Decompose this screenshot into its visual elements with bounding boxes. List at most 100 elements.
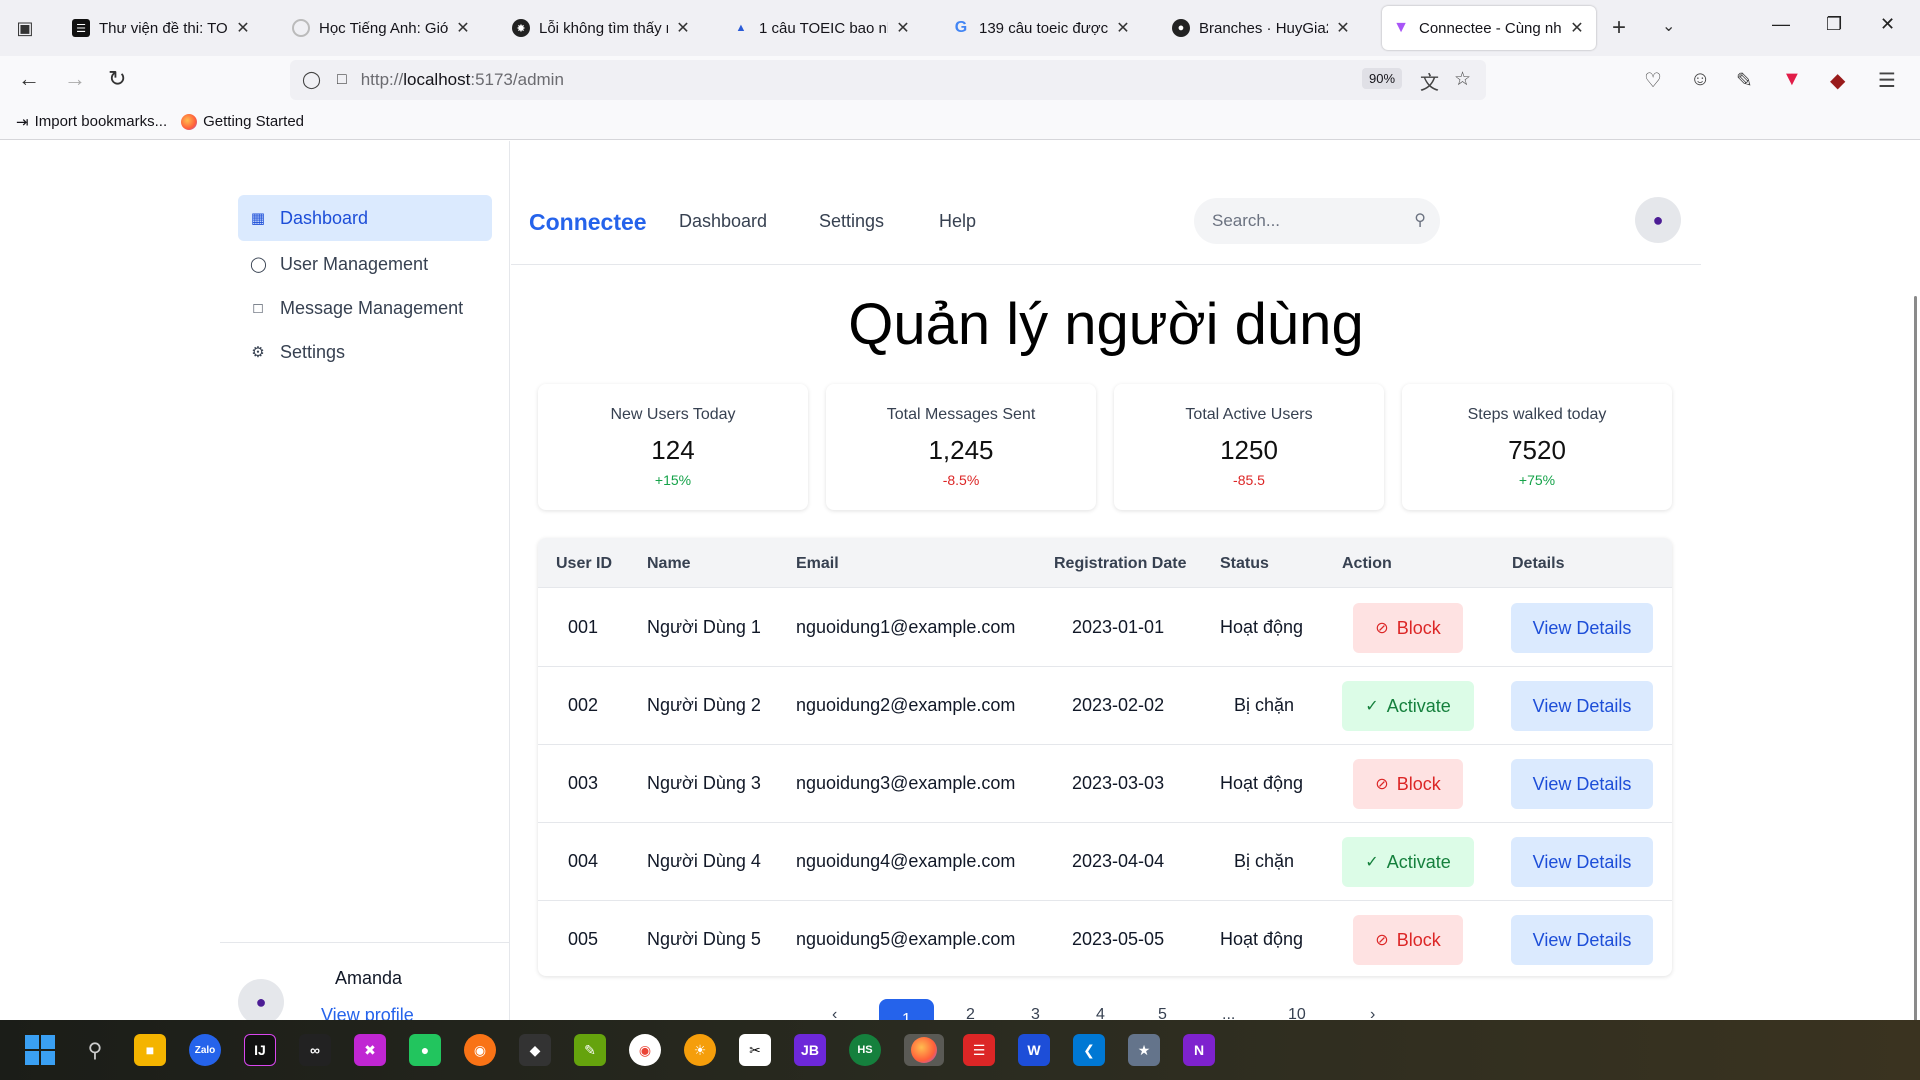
cell-name: Người Dùng 5 (647, 929, 761, 949)
grid-icon: ▦ (250, 210, 266, 227)
browser-tab[interactable]: ▲ 1 câu TOEIC bao nhiêu ✕ (722, 6, 922, 50)
pocket-icon[interactable]: ♡ (1644, 68, 1662, 93)
table-row: 002 Người Dùng 2 nguoidung2@example.com … (538, 667, 1672, 745)
close-icon[interactable]: ✕ (894, 18, 912, 38)
back-icon[interactable]: ← (18, 66, 40, 92)
view-details-button[interactable]: View Details (1511, 837, 1653, 887)
scrollbar[interactable] (1914, 296, 1917, 1021)
word-icon[interactable]: W (1018, 1034, 1050, 1066)
intellij-icon[interactable]: IJ (244, 1034, 276, 1066)
account-icon[interactable]: ☺ (1690, 68, 1710, 91)
nav-link-help[interactable]: Help (939, 211, 976, 232)
app-icon[interactable]: ◆ (519, 1034, 551, 1066)
search-icon[interactable]: ⚲ (79, 1034, 111, 1066)
browser-tab[interactable]: G 139 câu toeic được nhi ✕ (942, 6, 1142, 50)
vpn-icon[interactable]: ▼ (1782, 68, 1802, 91)
jetbrains-icon[interactable]: JB (794, 1034, 826, 1066)
chrome-icon[interactable]: ◉ (629, 1034, 661, 1066)
todoist-icon[interactable]: ☰ (963, 1034, 995, 1066)
activate-button[interactable]: ✓ Activate (1342, 681, 1474, 731)
page-button-4[interactable]: 4 (1096, 1006, 1105, 1021)
bookmark-star-icon[interactable]: ☆ (1454, 68, 1471, 91)
browser-tab[interactable]: Học Tiếng Anh: Giới Từ ✕ (282, 6, 482, 50)
sidebar-item-dashboard[interactable]: ▦ Dashboard (238, 195, 492, 241)
sidebar-item-user-management[interactable]: ◯ User Management (238, 241, 492, 287)
browser-tab[interactable]: ● Branches · HuyGia2210 ✕ (1162, 6, 1362, 50)
page-button-5[interactable]: 5 (1158, 1006, 1167, 1021)
ublock-icon[interactable]: ◆ (1830, 68, 1845, 93)
sidebar-item-message-management[interactable]: □ Message Management (238, 285, 492, 331)
stat-value: 1250 (1220, 435, 1278, 465)
close-icon[interactable]: ✕ (234, 18, 252, 38)
shield-icon[interactable]: ◯ (302, 70, 321, 90)
menu-icon[interactable]: ☰ (1878, 68, 1896, 93)
block-button[interactable]: ⊘ Block (1353, 915, 1463, 965)
prev-page-button[interactable]: ‹ (832, 1006, 837, 1021)
app-icon[interactable]: ∞ (299, 1034, 331, 1066)
nav-link-settings[interactable]: Settings (819, 211, 884, 232)
app-icon[interactable]: HS (849, 1034, 881, 1066)
tab-list-icon[interactable]: ▣ (0, 0, 50, 56)
next-page-button[interactable]: › (1370, 1006, 1375, 1021)
app-icon[interactable]: ✎ (574, 1034, 606, 1066)
avatar[interactable]: ● (1635, 197, 1681, 243)
app-icon[interactable]: ☀ (684, 1034, 716, 1066)
view-details-button[interactable]: View Details (1511, 915, 1653, 965)
view-details-button[interactable]: View Details (1511, 603, 1653, 653)
nav-link-dashboard[interactable]: Dashboard (679, 211, 767, 232)
firefox-icon[interactable] (904, 1034, 944, 1066)
app-icon[interactable]: ◉ (464, 1034, 496, 1066)
restore-icon[interactable]: ❐ (1826, 14, 1842, 35)
capcut-icon[interactable]: ✂ (739, 1034, 771, 1066)
file-explorer-icon[interactable]: ■ (134, 1034, 166, 1066)
vscode-icon[interactable]: ❮ (1073, 1034, 1105, 1066)
forward-icon[interactable]: → (64, 66, 86, 92)
extensions-icon[interactable]: ✎ (1736, 68, 1753, 93)
activate-button[interactable]: ✓ Activate (1342, 837, 1474, 887)
bookmark-getting-started[interactable]: Getting Started (181, 113, 304, 130)
close-icon[interactable]: ✕ (1334, 18, 1352, 38)
browser-tab-active[interactable]: ▼ Connectee - Cùng nha ✕ (1382, 6, 1596, 50)
cell-status: Hoạt động (1220, 773, 1304, 793)
page-button-10[interactable]: 10 (1288, 1006, 1306, 1021)
search-icon[interactable]: ⚲ (1414, 210, 1426, 230)
search-input[interactable] (1212, 211, 1392, 231)
cell-name: Người Dùng 4 (647, 851, 761, 871)
reload-icon[interactable]: ↻ (108, 66, 126, 92)
close-icon[interactable]: ✕ (454, 18, 472, 38)
sidebar-item-settings[interactable]: ⚙ Settings (238, 329, 492, 375)
close-icon[interactable]: ✕ (1568, 18, 1586, 38)
tab-bar: ▣ ☰ Thư viện đề thi: TOEIC ✕ Học Tiếng A… (0, 0, 1920, 56)
microphone-icon[interactable]: ● (409, 1034, 441, 1066)
block-button[interactable]: ⊘ Block (1353, 603, 1463, 653)
browser-tab[interactable]: ✸ Lỗi không tìm thấy nhà ✕ (502, 6, 702, 50)
view-details-button[interactable]: View Details (1511, 759, 1653, 809)
windows-start-icon[interactable] (24, 1034, 56, 1066)
view-details-button[interactable]: View Details (1511, 681, 1653, 731)
close-icon[interactable]: ✕ (674, 18, 692, 38)
cell-user-id: 004 (568, 851, 599, 871)
url-text[interactable]: http://localhost:5173/admin (361, 70, 564, 90)
cell-status: Hoạt động (1220, 617, 1304, 637)
chevron-down-icon[interactable]: ⌄ (1662, 16, 1675, 36)
window-close-icon[interactable]: ✕ (1880, 14, 1895, 35)
translate-icon[interactable]: 文 (1420, 68, 1439, 95)
onenote-icon[interactable]: N (1183, 1034, 1215, 1066)
url-bar[interactable]: ◯ □ http://localhost:5173/admin 90% 文 ☆ (290, 60, 1486, 100)
block-button[interactable]: ⊘ Block (1353, 759, 1463, 809)
table-row: 003 Người Dùng 3 nguoidung3@example.com … (538, 745, 1672, 823)
app-icon[interactable]: ★ (1128, 1034, 1160, 1066)
new-tab-icon[interactable]: + (1612, 14, 1626, 42)
page-button-1[interactable]: 1 (879, 999, 934, 1021)
page-button-3[interactable]: 3 (1031, 1006, 1040, 1021)
minimize-icon[interactable]: — (1772, 14, 1790, 35)
browser-tab[interactable]: ☰ Thư viện đề thi: TOEIC ✕ (62, 6, 262, 50)
app-icon[interactable]: ✖ (354, 1034, 386, 1066)
brand-logo[interactable]: Connectee (529, 209, 647, 236)
openai-icon: ✸ (512, 19, 530, 37)
bookmark-import[interactable]: ⇥ Import bookmarks... (16, 113, 167, 131)
zoom-badge[interactable]: 90% (1362, 68, 1403, 89)
close-icon[interactable]: ✕ (1114, 18, 1132, 38)
page-button-2[interactable]: 2 (966, 1006, 975, 1021)
zalo-icon[interactable]: Zalo (189, 1034, 221, 1066)
